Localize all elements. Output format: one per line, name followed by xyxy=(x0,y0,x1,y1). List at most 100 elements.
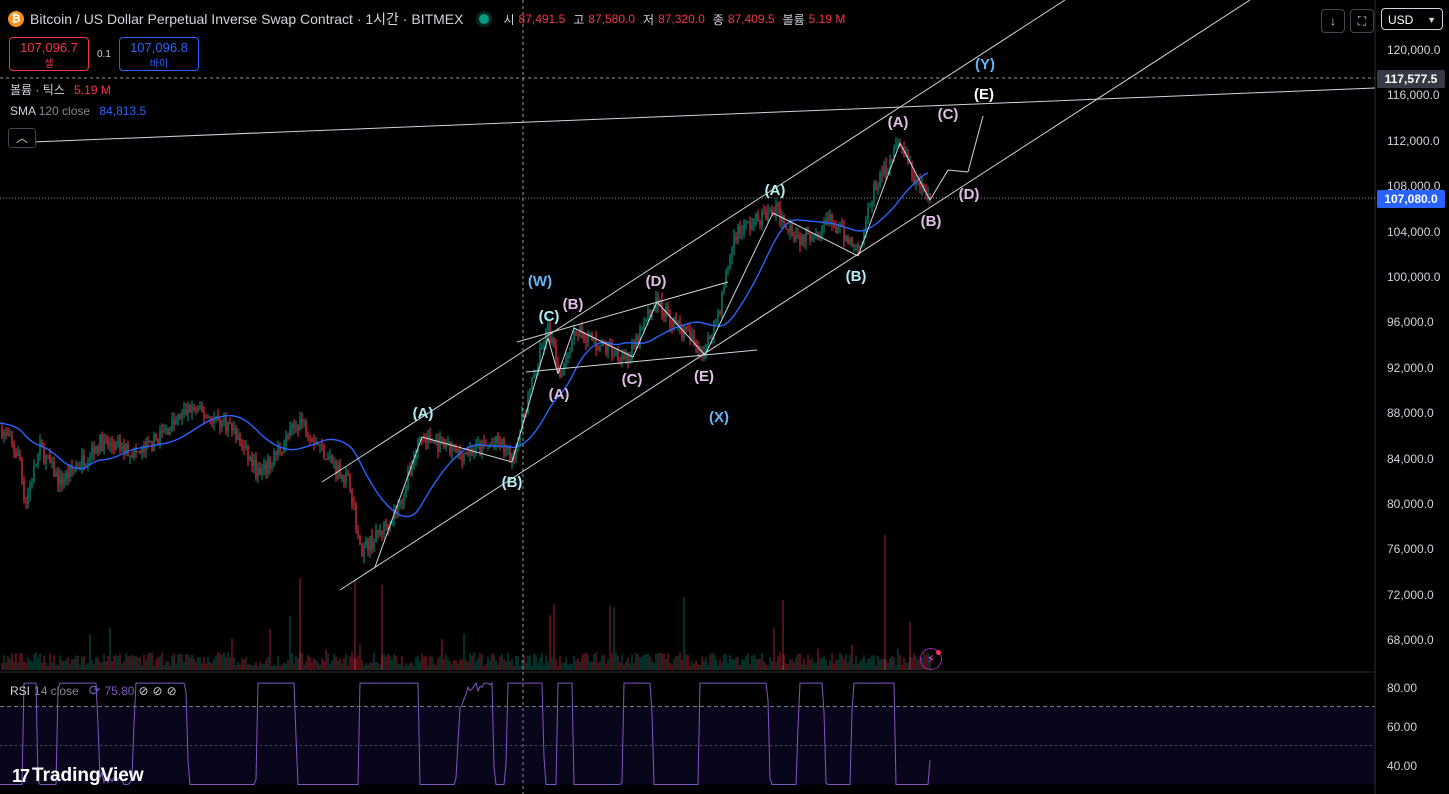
rsi-legend[interactable]: RSI 14 close ⟳ 75.80 ⊘ ⊘ ⊘ xyxy=(10,682,177,699)
volume-bar xyxy=(55,664,57,670)
candle-body xyxy=(843,225,845,241)
price-axis-label: 88,000.0 xyxy=(1387,406,1434,421)
volume-bar xyxy=(815,663,817,670)
volume-bar xyxy=(175,663,177,670)
candle-body xyxy=(373,542,375,549)
candle-body xyxy=(619,360,621,362)
candle-body xyxy=(267,457,269,474)
candle-body xyxy=(875,183,877,191)
candle-body xyxy=(795,234,797,240)
candle-body xyxy=(741,232,743,234)
volume-bar xyxy=(215,655,217,670)
candle-body xyxy=(471,449,473,455)
volume-bar xyxy=(813,662,815,670)
candle-body xyxy=(687,329,689,332)
volume-bar xyxy=(305,661,307,670)
volume-bar xyxy=(537,663,539,670)
volume-bar xyxy=(311,662,313,670)
candle-body xyxy=(199,405,201,408)
volume-bar xyxy=(717,665,719,670)
trend-line xyxy=(656,301,706,356)
volume-bar xyxy=(359,644,361,670)
candle-body xyxy=(635,336,637,347)
sell-button[interactable]: 107,096.7 셀 xyxy=(9,37,89,71)
price-axis-label: 112,000.0 xyxy=(1387,133,1440,148)
volume-bar xyxy=(805,664,807,670)
candle-body xyxy=(705,344,707,352)
volume-bar xyxy=(123,661,125,670)
volume-bar xyxy=(209,662,211,670)
candle-body xyxy=(65,472,67,480)
volume-bar xyxy=(267,656,269,670)
fullscreen-button[interactable]: ⛶ xyxy=(1350,9,1374,33)
volume-bar xyxy=(35,652,37,670)
volume-bar xyxy=(27,657,29,670)
candle-body xyxy=(725,271,727,288)
candle-body xyxy=(351,488,353,504)
volume-bar xyxy=(223,652,225,670)
buy-button[interactable]: 107,096.8 바이 xyxy=(119,37,199,71)
volume-bar xyxy=(257,665,259,670)
candle-body xyxy=(929,193,931,199)
candle-body xyxy=(871,201,873,207)
tradingview-logo[interactable]: 17 TradingView xyxy=(12,765,144,787)
candle-body xyxy=(17,452,19,457)
volume-bar xyxy=(861,658,863,670)
volume-bar xyxy=(577,658,579,670)
volume-bar xyxy=(543,664,545,670)
wave-label: (C) xyxy=(937,106,959,123)
candle-body xyxy=(227,421,229,432)
candle-body xyxy=(33,466,35,483)
download-button[interactable]: ↓ xyxy=(1321,9,1345,33)
hidden-icon[interactable]: ⊘ xyxy=(138,684,148,698)
candle-body xyxy=(347,472,349,474)
volume-bar xyxy=(293,663,295,670)
collapse-legend-button[interactable]: ︿ xyxy=(8,128,36,148)
candle-body xyxy=(237,434,239,440)
volume-bar xyxy=(233,657,235,670)
market-status-icon[interactable] xyxy=(479,14,490,24)
chart-canvas[interactable] xyxy=(0,0,1449,794)
candle-body xyxy=(491,444,493,446)
volume-bar xyxy=(155,659,157,670)
price-axis-label: 92,000.0 xyxy=(1387,360,1434,375)
volume-bar xyxy=(315,659,317,670)
candle-body xyxy=(231,422,233,430)
hidden-icon[interactable]: ⊘ xyxy=(153,684,163,698)
candle-body xyxy=(343,475,345,482)
volume-bar xyxy=(749,663,751,670)
symbol-title[interactable]: Bitcoin / US Dollar Perpetual Inverse Sw… xyxy=(30,9,463,29)
refresh-icon[interactable]: ⟳ xyxy=(89,682,101,699)
candle-body xyxy=(405,486,407,498)
volume-bar xyxy=(335,656,337,670)
candle-body xyxy=(729,257,731,269)
volume-bar xyxy=(303,664,305,670)
volume-bar xyxy=(207,657,209,670)
elliott-trendlines xyxy=(7,0,1376,591)
candle-body xyxy=(397,505,399,514)
volume-legend[interactable]: 볼륨 · 틱스 5.19 M xyxy=(10,81,111,98)
currency-select[interactable]: USD ▼ xyxy=(1381,8,1443,30)
candle-body xyxy=(365,539,367,546)
hidden-icon[interactable]: ⊘ xyxy=(167,684,177,698)
volume-bar xyxy=(101,662,103,670)
volume-bar xyxy=(863,655,865,670)
volume-bar xyxy=(319,664,321,670)
volume-bar xyxy=(605,663,607,670)
volume-bar xyxy=(571,663,573,670)
candle-body xyxy=(587,335,589,343)
candle-body xyxy=(543,346,545,348)
volume-bar xyxy=(463,633,465,670)
candle-body xyxy=(37,453,39,465)
volume-bar xyxy=(515,656,517,670)
volume-bar xyxy=(149,652,151,670)
candle-body xyxy=(849,238,851,245)
sma-legend[interactable]: SMA 120 close 84,813.5 xyxy=(10,104,146,118)
bitcoin-icon[interactable]: ₿ xyxy=(8,11,24,27)
candle-body xyxy=(49,455,51,464)
volume-bar xyxy=(487,657,489,670)
ohlc-close-value: 87,409.5 xyxy=(727,12,775,26)
volume-bar xyxy=(603,654,605,670)
currency-value: USD xyxy=(1388,13,1414,27)
volume-bar xyxy=(709,654,711,670)
